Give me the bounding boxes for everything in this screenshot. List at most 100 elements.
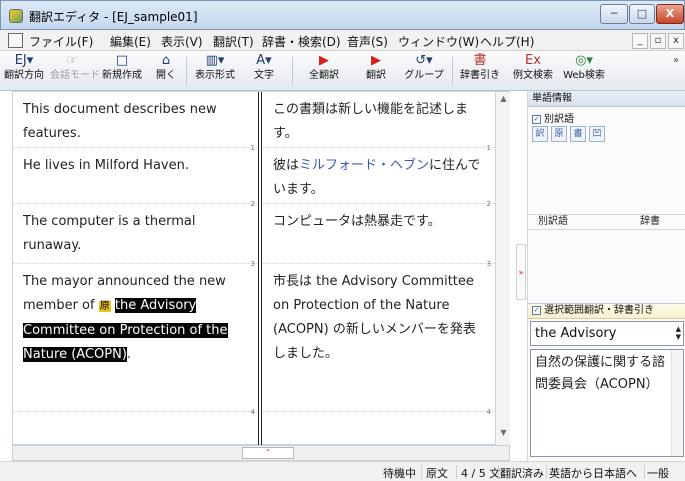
- conversation-mode-button[interactable]: ☞ 会話モード: [50, 53, 100, 89]
- source-segment[interactable]: He lives in Milford Haven. 2: [13, 148, 259, 208]
- status-separator: [546, 465, 547, 479]
- play-red-icon: ▶: [319, 53, 329, 68]
- alt-words-table-header: 別訳語 辞書: [528, 214, 685, 230]
- open-button[interactable]: ⌂ 開く: [150, 53, 182, 89]
- pane-divider[interactable]: [258, 92, 262, 445]
- group-label: グループ: [404, 70, 444, 81]
- toolbar-separator: [292, 57, 293, 85]
- web-search-button[interactable]: ◎▾ Web検索: [561, 53, 607, 89]
- window-title: 翻訳エディタ - [EJ_sample01]: [29, 10, 198, 24]
- display-format-button[interactable]: ▥▾ 表示形式: [190, 53, 240, 89]
- selection-translate-bar[interactable]: ✓ 選択範囲翻訳・辞書引き: [528, 303, 685, 319]
- status-original: 原文: [426, 467, 448, 480]
- translate-button[interactable]: ▶ 翻訳: [356, 53, 396, 89]
- globe-icon: ◎▾: [575, 53, 593, 68]
- target-segment[interactable]: 彼はミルフォード・ヘブンに住んでいます。 2: [263, 148, 495, 208]
- dictionary-icon: 書: [473, 53, 487, 68]
- child-minimize-button[interactable]: _: [632, 33, 648, 49]
- dictionary-tool-button[interactable]: 書: [570, 126, 586, 142]
- selection-lookup-input[interactable]: the Advisory ▲ ▼: [530, 321, 684, 346]
- menu-translate[interactable]: 翻訳(T): [213, 33, 254, 50]
- translate-direction-label: 翻訳方向: [4, 70, 44, 81]
- close-button[interactable]: X: [656, 4, 684, 24]
- target-segment[interactable]: この書類は新しい機能を記述します。 1: [263, 92, 495, 152]
- web-search-label: Web検索: [563, 70, 605, 81]
- toolbar: EJ▾ 翻訳方向 ☞ 会話モード □ 新規作成 ⌂ 開く ▥▾ 表示形式 A▾ …: [0, 51, 685, 91]
- source-segment-selected[interactable]: The mayor announced the new member of 原 …: [13, 264, 259, 416]
- toolbar-separator: [452, 57, 453, 85]
- unknown-word-link[interactable]: ミルフォード・ヘブン: [299, 158, 429, 173]
- status-translated: 翻訳済み: [500, 467, 544, 480]
- alt-translation-label: 別訳語: [544, 114, 574, 125]
- target-text: 市長は the Advisory Committee on Protection…: [273, 274, 476, 361]
- translate-all-label: 全翻訳: [309, 70, 339, 81]
- new-document-button[interactable]: □ 新規作成: [98, 53, 146, 89]
- app-icon: [9, 9, 23, 23]
- translate-label: 翻訳: [366, 70, 386, 81]
- source-text: The mayor announced the new member of 原 …: [23, 270, 251, 367]
- child-restore-button[interactable]: ▫: [650, 33, 666, 49]
- target-text: コンピュータは熱暴走です。: [273, 214, 441, 229]
- source-text: This document describes new features.: [23, 102, 217, 141]
- layout-icon: ▥▾: [205, 53, 225, 68]
- expand-panel-button[interactable]: ⌃: [242, 447, 294, 459]
- document-icon[interactable]: [8, 33, 23, 48]
- selection-translate-label: 選択範囲翻訳・辞書引き: [544, 305, 654, 316]
- menu-edit[interactable]: 編集(E): [110, 33, 151, 50]
- menu-voice[interactable]: 音声(S): [347, 33, 388, 50]
- spinner-icon[interactable]: ▲ ▼: [676, 325, 681, 341]
- group-button[interactable]: ↺▾ グループ: [400, 53, 448, 89]
- open-label: 開く: [156, 70, 176, 81]
- title-bar: 翻訳エディタ - [EJ_sample01] ─ □ X: [0, 0, 685, 30]
- scroll-up-button[interactable]: ▲: [496, 94, 511, 103]
- checkbox-checked-icon[interactable]: ✓: [532, 114, 541, 124]
- horizontal-splitter-bar[interactable]: ⌃: [12, 445, 510, 461]
- source-text: The computer is a thermal runaway.: [23, 214, 196, 253]
- selection-translation-text: 自然の保護に関する諮問委員会（ACOPN）: [535, 355, 666, 392]
- translate-all-button[interactable]: ▶ 全翻訳: [298, 53, 350, 89]
- translate-direction-button[interactable]: EJ▾ 翻訳方向: [4, 53, 44, 89]
- toolbar-overflow-button[interactable]: »: [673, 55, 679, 66]
- scroll-down-button[interactable]: ▼: [496, 428, 511, 437]
- source-note-marker[interactable]: 原: [98, 301, 111, 312]
- column-dictionary[interactable]: 辞書: [640, 215, 660, 229]
- menu-bar: ファイル(F) 編集(E) 表示(V) 翻訳(T) 辞書・検索(D) 音声(S)…: [0, 30, 685, 51]
- menu-help[interactable]: ヘルプ(H): [480, 33, 534, 50]
- translation-tool-button[interactable]: 訳: [532, 126, 548, 142]
- selection-translation-result[interactable]: 自然の保護に関する諮問委員会（ACOPN）: [530, 349, 684, 457]
- example-search-label: 例文検索: [513, 70, 553, 81]
- word-info-tools: 訳原書凹: [532, 125, 608, 142]
- child-close-button[interactable]: x: [668, 33, 684, 49]
- target-segment[interactable]: 市長は the Advisory Committee on Protection…: [263, 264, 495, 416]
- translation-pane[interactable]: この書類は新しい機能を記述します。 1 彼はミルフォード・ヘブンに住んでいます。…: [263, 92, 495, 445]
- menu-file[interactable]: ファイル(F): [29, 33, 93, 50]
- toolbar-separator: [186, 57, 187, 85]
- collapse-panel-button[interactable]: »: [516, 244, 526, 300]
- checkbox-checked-icon[interactable]: ✓: [532, 305, 541, 315]
- display-format-label: 表示形式: [195, 70, 235, 81]
- menu-dictionary-search[interactable]: 辞書・検索(D): [262, 33, 341, 50]
- source-segment[interactable]: This document describes new features. 1: [13, 92, 259, 152]
- source-segment[interactable]: The computer is a thermal runaway. 3: [13, 204, 259, 268]
- target-text-plain: 彼は: [273, 158, 300, 173]
- status-separator: [421, 465, 422, 479]
- result-scrollbar[interactable]: [671, 350, 683, 456]
- target-segment[interactable]: コンピュータは熱暴走です。 3: [263, 204, 495, 268]
- vertical-scrollbar[interactable]: ▲ ▼: [495, 92, 510, 445]
- dictionary-lookup-label: 辞書引き: [460, 70, 500, 81]
- menu-window[interactable]: ウィンドウ(W): [398, 33, 479, 50]
- font-button[interactable]: A▾ 文字: [244, 53, 284, 89]
- dictionary-lookup-button[interactable]: 書 辞書引き: [455, 53, 505, 89]
- alt-translation-toggle[interactable]: ✓ 別訳語: [532, 110, 574, 125]
- new-document-label: 新規作成: [102, 70, 142, 81]
- menu-view[interactable]: 表示(V): [161, 33, 203, 50]
- column-alt-word[interactable]: 別訳語: [538, 215, 568, 229]
- source-tool-button[interactable]: 原: [551, 126, 567, 142]
- font-icon: A▾: [256, 53, 272, 68]
- minimize-button[interactable]: ─: [600, 4, 628, 24]
- status-separator: [498, 465, 499, 479]
- example-search-button[interactable]: Ex 例文検索: [509, 53, 557, 89]
- maximize-button[interactable]: □: [629, 4, 655, 24]
- source-pane[interactable]: This document describes new features. 1 …: [13, 92, 259, 445]
- register-tool-button[interactable]: 凹: [589, 126, 605, 142]
